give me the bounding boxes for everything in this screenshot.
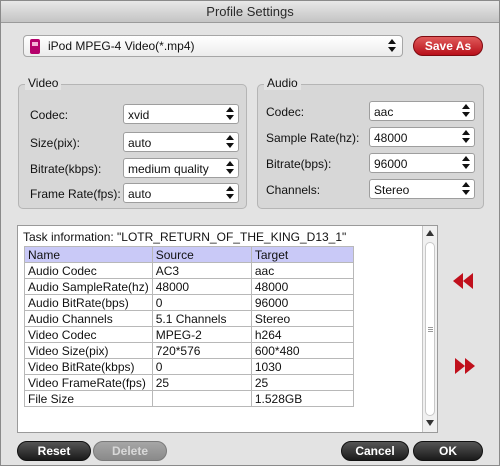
table-row: Audio SampleRate(hz) 48000 48000: [24, 278, 355, 295]
save-as-button[interactable]: Save As: [413, 36, 483, 56]
double-chevron-left-icon[interactable]: [451, 272, 477, 290]
table-cell: 0: [151, 294, 252, 311]
reset-button[interactable]: Reset: [17, 441, 91, 461]
audio-samplerate-select[interactable]: 48000: [369, 127, 475, 147]
table-cell: 0: [151, 358, 252, 375]
audio-channels-select[interactable]: Stereo: [369, 179, 475, 199]
delete-button[interactable]: Delete: [93, 441, 167, 461]
table-cell: 25: [151, 374, 252, 391]
column-header-target: Target: [250, 246, 355, 263]
video-bitrate-label: Bitrate(kbps):: [30, 162, 102, 176]
audio-legend: Audio: [264, 76, 301, 90]
table-cell: 48000: [250, 278, 355, 295]
cancel-button[interactable]: Cancel: [341, 441, 409, 461]
video-size-value: auto: [128, 136, 152, 150]
task-info-title: Task information: "LOTR_RETURN_OF_THE_KI…: [23, 230, 347, 244]
table-cell: MPEG-2: [151, 326, 252, 343]
profile-select[interactable]: iPod MPEG-4 Video(*.mp4): [23, 35, 403, 57]
video-codec-select[interactable]: xvid: [123, 104, 239, 124]
audio-codec-select[interactable]: aac: [369, 101, 475, 121]
ipod-video-icon: [30, 39, 40, 54]
window-title: Profile Settings: [1, 1, 499, 23]
ok-button[interactable]: OK: [413, 441, 483, 461]
profile-select-value: iPod MPEG-4 Video(*.mp4): [48, 39, 195, 53]
table-row: Audio BitRate(bps) 0 96000: [24, 294, 355, 311]
table-row: File Size 1.528GB: [24, 390, 355, 407]
table-cell: 720*576: [151, 342, 252, 359]
video-framerate-select[interactable]: auto: [123, 183, 239, 203]
dropdown-arrows-icon: [460, 155, 472, 171]
table-cell: Audio SampleRate(hz): [24, 278, 153, 295]
video-size-label: Size(pix):: [30, 136, 81, 150]
table-row: Video FrameRate(fps) 25 25: [24, 374, 355, 391]
table-cell: 48000: [151, 278, 252, 295]
column-header-source: Source: [151, 246, 252, 263]
task-info-table: Name Source Target Audio Codec AC3 aac A…: [24, 246, 355, 407]
table-cell: h264: [250, 326, 355, 343]
table-row: Video BitRate(kbps) 0 1030: [24, 358, 355, 375]
table-header-row: Name Source Target: [24, 246, 355, 263]
table-cell: Stereo: [250, 310, 355, 327]
table-row: Video Size(pix) 720*576 600*480: [24, 342, 355, 359]
table-cell: Audio BitRate(bps): [24, 294, 153, 311]
profile-settings-window: Profile Settings iPod MPEG-4 Video(*.mp4…: [0, 0, 500, 466]
video-bitrate-value: medium quality: [128, 162, 209, 176]
task-info-scrollbar[interactable]: [422, 226, 437, 432]
audio-samplerate-label: Sample Rate(hz):: [266, 131, 360, 145]
video-size-select[interactable]: auto: [123, 132, 239, 152]
table-cell: Video Codec: [24, 326, 153, 343]
table-row: Video Codec MPEG-2 h264: [24, 326, 355, 343]
dropdown-arrows-icon: [224, 160, 236, 176]
dropdown-arrows-icon: [460, 103, 472, 119]
table-cell: Audio Codec: [24, 262, 153, 279]
table-cell: 5.1 Channels: [151, 310, 252, 327]
audio-codec-value: aac: [374, 105, 394, 119]
grip-icon: [428, 327, 433, 328]
table-cell: Video BitRate(kbps): [24, 358, 153, 375]
audio-bitrate-select[interactable]: 96000: [369, 153, 475, 173]
table-row: Audio Channels 5.1 Channels Stereo: [24, 310, 355, 327]
dropdown-arrows-icon: [386, 38, 398, 54]
dropdown-arrows-icon: [224, 185, 236, 201]
audio-channels-value: Stereo: [374, 183, 410, 197]
audio-codec-label: Codec:: [266, 105, 305, 119]
table-cell: Audio Channels: [24, 310, 153, 327]
dropdown-arrows-icon: [224, 106, 236, 122]
audio-bitrate-label: Bitrate(bps):: [266, 157, 332, 171]
table-cell: 1030: [250, 358, 355, 375]
table-cell: AC3: [151, 262, 252, 279]
audio-channels-label: Channels:: [266, 183, 321, 197]
video-bitrate-select[interactable]: medium quality: [123, 158, 239, 178]
table-cell: [151, 390, 252, 407]
video-codec-value: xvid: [128, 108, 150, 122]
table-cell: aac: [250, 262, 355, 279]
task-info-panel: Task information: "LOTR_RETURN_OF_THE_KI…: [17, 225, 438, 433]
table-cell: 25: [250, 374, 355, 391]
column-header-name: Name: [24, 246, 153, 263]
dropdown-arrows-icon: [460, 181, 472, 197]
table-cell: File Size: [24, 390, 153, 407]
table-cell: 96000: [250, 294, 355, 311]
video-legend: Video: [25, 76, 62, 90]
dropdown-arrows-icon: [460, 129, 472, 145]
scroll-thumb[interactable]: [425, 242, 435, 416]
scroll-up-arrow-icon[interactable]: [426, 230, 434, 236]
double-chevron-right-icon[interactable]: [453, 357, 479, 375]
video-codec-label: Codec:: [30, 108, 69, 122]
table-cell: 1.528GB: [250, 390, 355, 407]
dropdown-arrows-icon: [224, 134, 236, 150]
audio-bitrate-value: 96000: [374, 157, 408, 171]
video-framerate-label: Frame Rate(fps):: [30, 187, 121, 201]
table-cell: 600*480: [250, 342, 355, 359]
table-cell: Video FrameRate(fps): [24, 374, 153, 391]
table-row: Audio Codec AC3 aac: [24, 262, 355, 279]
scroll-down-arrow-icon[interactable]: [426, 420, 434, 426]
audio-samplerate-value: 48000: [374, 131, 408, 145]
table-cell: Video Size(pix): [24, 342, 153, 359]
video-framerate-value: auto: [128, 187, 152, 201]
